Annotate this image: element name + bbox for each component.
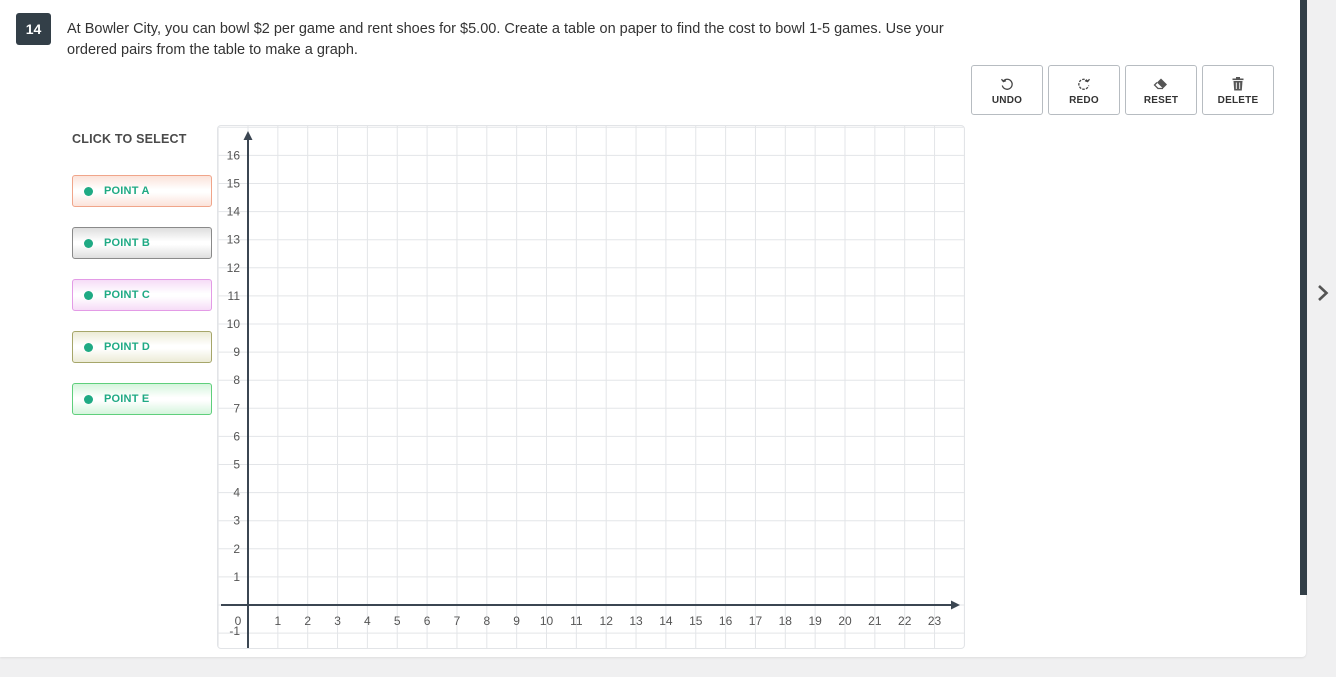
x-tick-label: 11 — [570, 614, 583, 628]
point-dot-icon — [84, 290, 93, 300]
x-tick-label: 23 — [928, 614, 942, 628]
redo-label: REDO — [1069, 94, 1099, 106]
y-tick-label: -1 — [229, 624, 240, 638]
reset-button[interactable]: RESET — [1125, 65, 1197, 115]
point-c-button[interactable]: POINT C — [72, 279, 212, 311]
point-dot-icon — [84, 186, 93, 196]
x-tick-label: 20 — [838, 614, 852, 628]
y-tick-label: 5 — [233, 458, 240, 472]
y-tick-label: 1 — [233, 570, 240, 584]
delete-button[interactable]: DELETE — [1202, 65, 1274, 115]
next-question-button[interactable] — [1313, 281, 1333, 305]
x-tick-label: 13 — [629, 614, 643, 628]
point-dot-icon — [84, 342, 93, 352]
point-e-label: POINT E — [104, 393, 150, 405]
x-tick-label: 18 — [779, 614, 793, 628]
point-b-button[interactable]: POINT B — [72, 227, 212, 259]
question-card: 14 At Bowler City, you can bowl $2 per g… — [0, 0, 1306, 657]
point-selector-list: POINT A POINT B POINT C POINT D POINT E — [72, 175, 212, 435]
y-tick-label: 11 — [228, 289, 241, 303]
undo-button[interactable]: UNDO — [971, 65, 1043, 115]
x-tick-label: 9 — [513, 614, 520, 628]
y-tick-label: 12 — [227, 261, 241, 275]
y-tick-label: 14 — [227, 205, 241, 219]
point-a-button[interactable]: POINT A — [72, 175, 212, 207]
y-tick-label: 9 — [233, 345, 240, 359]
x-tick-label: 15 — [689, 614, 703, 628]
question-number-badge: 14 — [16, 13, 51, 45]
graph-canvas[interactable]: 0 1 2 3 4 5 6 7 8 9 10 11 12 13 14 15 16 17 18 19 20 21 22 23-1… — [218, 126, 965, 649]
delete-label: DELETE — [1217, 94, 1259, 106]
x-tick-label: 16 — [719, 614, 733, 628]
chevron-right-icon — [1318, 285, 1329, 301]
x-axis-arrow-icon — [951, 600, 960, 610]
coordinate-graph[interactable]: 0 1 2 3 4 5 6 7 8 9 10 11 12 13 14 15 16 17 18 19 20 21 22 23 -1… — [217, 125, 965, 649]
point-dot-icon — [84, 238, 93, 248]
x-tick-label: 7 — [454, 614, 461, 628]
x-tick-label: 4 — [364, 614, 371, 628]
click-to-select-title: CLICK TO SELECT — [72, 132, 187, 146]
point-c-label: POINT C — [104, 289, 151, 301]
x-tick-label: 6 — [424, 614, 431, 628]
point-dot-icon — [84, 394, 93, 404]
y-tick-label: 3 — [233, 514, 240, 528]
x-tick-label: 8 — [483, 614, 490, 628]
point-b-label: POINT B — [104, 237, 151, 249]
y-tick-label: 16 — [227, 148, 241, 162]
y-axis-arrow-icon — [243, 131, 253, 140]
x-tick-label: 5 — [394, 614, 401, 628]
point-e-button[interactable]: POINT E — [72, 383, 212, 415]
reset-label: RESET — [1143, 94, 1179, 106]
y-tick-label: 7 — [233, 401, 240, 415]
x-tick-label: 3 — [334, 614, 341, 628]
y-tick-label: 13 — [227, 233, 241, 247]
scrollbar[interactable] — [1300, 0, 1307, 595]
graph-toolbar: UNDO REDO RESET DELETE — [971, 65, 1274, 115]
y-tick-label: 2 — [233, 542, 240, 556]
y-tick-label: 4 — [233, 486, 240, 500]
undo-label: UNDO — [991, 94, 1023, 106]
point-d-button[interactable]: POINT D — [72, 331, 212, 363]
x-tick-label: 19 — [808, 614, 822, 628]
y-tick-label: 6 — [233, 429, 240, 443]
x-tick-label: 14 — [659, 614, 673, 628]
y-tick-label: 10 — [227, 317, 241, 331]
x-tick-label: 10 — [540, 614, 554, 628]
trash-icon — [1232, 75, 1244, 93]
x-tick-label: 21 — [868, 614, 882, 628]
x-tick-label: 1 — [275, 614, 282, 628]
x-tick-label: 17 — [749, 614, 763, 628]
x-tick-label: 12 — [600, 614, 614, 628]
y-tick-label: 8 — [233, 373, 240, 387]
point-d-label: POINT D — [104, 341, 151, 353]
redo-button[interactable]: REDO — [1048, 65, 1120, 115]
redo-icon — [1077, 75, 1091, 93]
eraser-icon — [1153, 75, 1169, 93]
y-tick-label: 15 — [227, 177, 241, 191]
x-tick-label: 22 — [898, 614, 912, 628]
x-tick-label: 2 — [304, 614, 311, 628]
point-a-label: POINT A — [104, 185, 150, 197]
question-prompt: At Bowler City, you can bowl $2 per game… — [67, 21, 944, 58]
undo-icon — [1000, 75, 1014, 93]
